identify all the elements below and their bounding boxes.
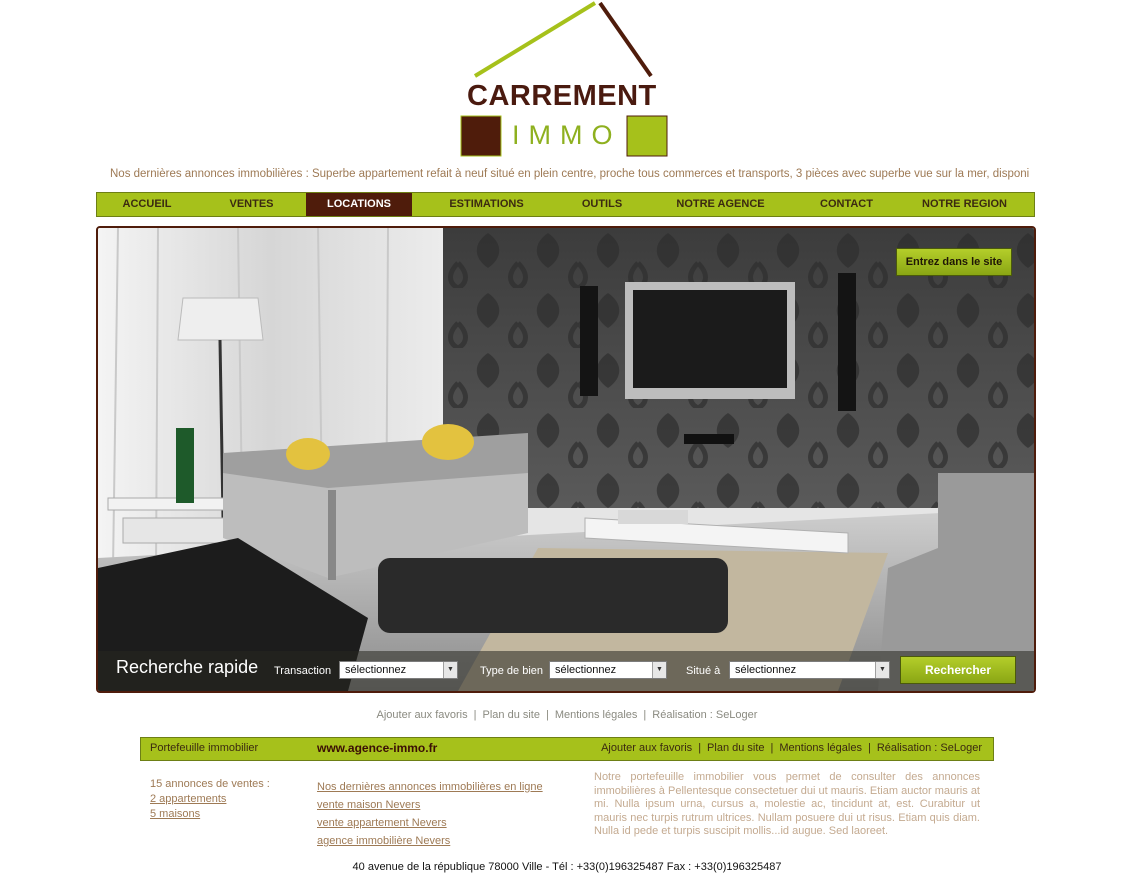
living-room-image: [98, 228, 1034, 691]
bar-realisation-link[interactable]: Réalisation : SeLoger: [877, 742, 982, 754]
portfolio-bar-links: Ajouter aux favoris | Plan du site | Mention…: [601, 742, 982, 754]
footer-realisation-link[interactable]: Réalisation : SeLoger: [652, 709, 757, 721]
separator: |: [770, 742, 774, 754]
nav-item-contact[interactable]: CONTACT: [798, 193, 895, 216]
nav-item-notre-region[interactable]: NOTRE REGION: [895, 193, 1034, 216]
transaction-label: Transaction: [274, 665, 332, 677]
houses-link[interactable]: 5 maisons: [150, 807, 270, 822]
portfolio-label: Portefeuille immobilier: [150, 742, 259, 754]
vente-maison-link[interactable]: vente maison Nevers: [317, 796, 543, 814]
sales-summary-title: 15 annonces de ventes :: [150, 778, 270, 790]
portfolio-description: Notre portefeuille immobilier vous perme…: [594, 771, 980, 837]
hero-banner: Entrez dans le site Recherche rapide Tra…: [96, 226, 1036, 693]
nav-item-outils[interactable]: OUTILS: [561, 193, 643, 216]
bar-mentions-link[interactable]: Mentions légales: [779, 742, 862, 754]
logo-word-carrement: CARREMENT: [467, 80, 657, 112]
bar-plan-link[interactable]: Plan du site: [707, 742, 764, 754]
nav-item-ventes[interactable]: VENTES: [197, 193, 306, 216]
bar-favoris-link[interactable]: Ajouter aux favoris: [601, 742, 692, 754]
footer-plan-link[interactable]: Plan du site: [483, 709, 540, 721]
latest-listings-link[interactable]: Nos dernières annonces immobilières en l…: [317, 778, 543, 796]
footer-links: Ajouter aux favoris | Plan du site | Mention…: [0, 709, 1134, 721]
agence-link[interactable]: agence immobilière Nevers: [317, 832, 543, 850]
type-select-value: sélectionnez: [555, 664, 617, 676]
separator: |: [473, 709, 477, 721]
nav-item-accueil[interactable]: ACCUEIL: [97, 193, 197, 216]
nav-item-locations[interactable]: LOCATIONS: [306, 193, 412, 216]
type-label: Type de bien: [480, 665, 543, 677]
type-select[interactable]: sélectionnez ▼: [549, 661, 667, 679]
site-logo[interactable]: CARREMENT IMMO: [455, 0, 675, 162]
chevron-down-icon: ▼: [875, 662, 889, 678]
main-nav: ACCUEIL VENTES LOCATIONS ESTIMATIONS OUT…: [96, 192, 1035, 217]
separator: |: [867, 742, 871, 754]
seo-links: Nos dernières annonces immobilières en l…: [317, 778, 543, 850]
chevron-down-icon: ▼: [652, 662, 666, 678]
vente-appartement-link[interactable]: vente appartement Nevers: [317, 814, 543, 832]
site-url-link[interactable]: www.agence-immo.fr: [317, 741, 437, 755]
situe-label: Situé à: [686, 665, 721, 677]
transaction-select-value: sélectionnez: [345, 664, 407, 676]
apartments-link[interactable]: 2 appartements: [150, 792, 270, 807]
search-button[interactable]: Rechercher: [900, 656, 1016, 684]
situe-select[interactable]: sélectionnez ▼: [729, 661, 890, 679]
quick-search-title: Recherche rapide: [116, 657, 259, 677]
nav-item-notre-agence[interactable]: NOTRE AGENCE: [643, 193, 798, 216]
footer-mentions-link[interactable]: Mentions légales: [555, 709, 638, 721]
enter-site-button[interactable]: Entrez dans le site: [896, 248, 1012, 276]
footer-favoris-link[interactable]: Ajouter aux favoris: [377, 709, 468, 721]
separator: |: [545, 709, 549, 721]
portfolio-bar: Portefeuille immobilier www.agence-immo.…: [140, 737, 994, 761]
situe-select-value: sélectionnez: [735, 664, 797, 676]
sales-summary: 15 annonces de ventes : 2 appartements 5…: [150, 777, 270, 822]
separator: |: [643, 709, 647, 721]
logo-word-immo: IMMO: [512, 120, 622, 150]
agency-address: 40 avenue de la république 78000 Ville -…: [352, 861, 782, 873]
transaction-select[interactable]: sélectionnez ▼: [339, 661, 458, 679]
chevron-down-icon: ▼: [443, 662, 457, 678]
latest-listings-ticker[interactable]: Nos dernières annonces immobilières : Su…: [110, 168, 1030, 180]
quick-search-bar: Recherche rapide Transaction sélectionne…: [98, 651, 1034, 691]
nav-item-estimations[interactable]: ESTIMATIONS: [412, 193, 561, 216]
separator: |: [698, 742, 702, 754]
